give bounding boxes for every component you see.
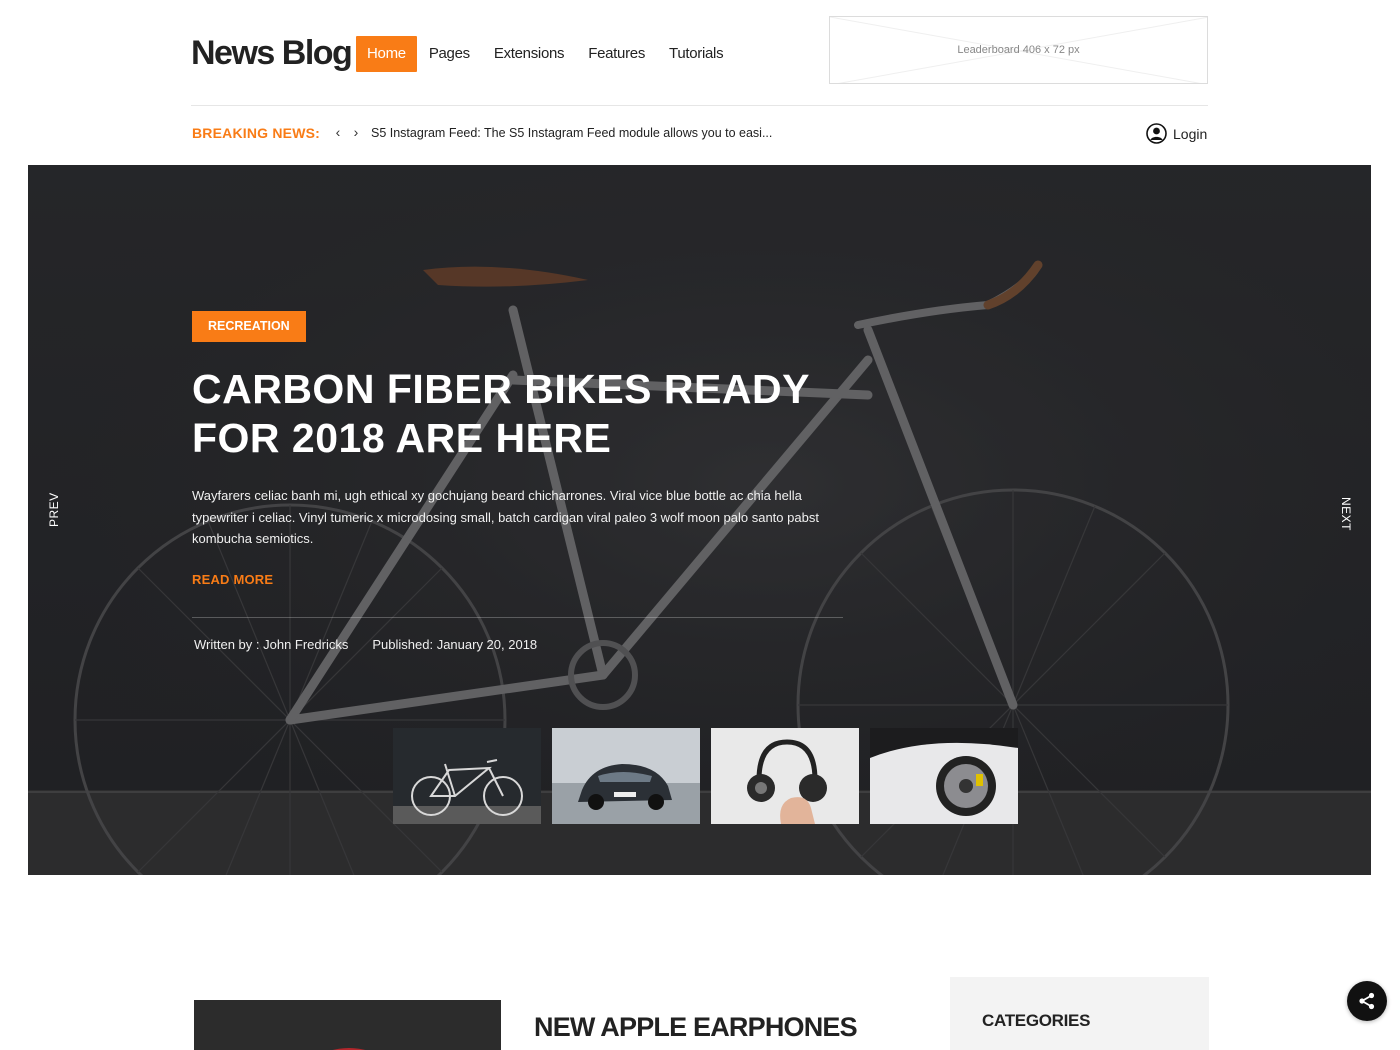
sports-car-thumbnail-image <box>870 728 1018 824</box>
user-icon <box>1146 123 1167 144</box>
breaking-news-label: BREAKING NEWS: <box>192 125 321 141</box>
published-date: Published: January 20, 2018 <box>372 637 538 652</box>
post-image[interactable] <box>194 1000 501 1050</box>
slider-next-button[interactable]: NEXT <box>1339 497 1353 531</box>
earphones-image <box>194 1000 501 1050</box>
category-badge[interactable]: RECREATION <box>192 311 306 342</box>
read-more-link[interactable]: READ MORE <box>192 572 273 587</box>
breaking-news-headline[interactable]: S5 Instagram Feed: The S5 Instagram Feed… <box>371 126 772 140</box>
car-thumbnail-image <box>552 728 700 824</box>
hero-title[interactable]: CARBON FIBER BIKES READY FOR 2018 ARE HE… <box>192 365 812 463</box>
hero-slider: RECREATION CARBON FIBER BIKES READY FOR … <box>28 165 1371 875</box>
login-label: Login <box>1173 125 1208 142</box>
bicycle-thumbnail-image <box>393 728 541 824</box>
categories-sidebar: CATEGORIES <box>950 977 1209 1050</box>
site-logo[interactable]: News Blog <box>191 34 353 73</box>
hero-meta: Written by : John Fredricks Published: J… <box>194 637 537 652</box>
post-title[interactable]: NEW APPLE EARPHONES <box>534 1012 858 1043</box>
nav-item-tutorials[interactable]: Tutorials <box>657 36 735 72</box>
thumbnail-headphones[interactable] <box>711 728 859 824</box>
slider-thumbnails <box>393 728 1018 824</box>
share-button[interactable] <box>1347 981 1387 1021</box>
nav-item-features[interactable]: Features <box>576 36 657 72</box>
nav-item-extensions[interactable]: Extensions <box>482 36 576 72</box>
share-icon <box>1359 992 1375 1010</box>
author-text: Written by : John Fredricks <box>194 637 349 652</box>
thumbnail-car[interactable] <box>552 728 700 824</box>
thumbnail-bicycle[interactable] <box>393 728 541 824</box>
login-button[interactable]: Login <box>1146 123 1207 144</box>
slider-prev-button[interactable]: PREV <box>47 492 61 527</box>
hero-divider <box>192 617 843 618</box>
breaking-news-controls: ‹ › <box>333 124 361 140</box>
chevron-left-icon[interactable]: ‹ <box>333 124 343 140</box>
main-nav: Home Pages Extensions Features Tutorials <box>356 36 735 72</box>
header-divider <box>191 105 1208 106</box>
hero-excerpt: Wayfarers celiac banh mi, ugh ethical xy… <box>192 488 819 546</box>
hero-title-line-1: CARBON FIBER BIKES READY <box>192 366 810 412</box>
sidebar-title: CATEGORIES <box>982 1011 1091 1030</box>
hero-title-line-2: FOR 2018 ARE HERE <box>192 415 612 461</box>
chevron-right-icon[interactable]: › <box>351 124 361 140</box>
thumbnail-sports-car[interactable] <box>870 728 1018 824</box>
nav-item-home[interactable]: Home <box>356 36 417 72</box>
headphones-thumbnail-image <box>711 728 859 824</box>
leaderboard-ad[interactable]: Leaderboard 406 x 72 px <box>829 16 1208 84</box>
nav-item-pages[interactable]: Pages <box>417 36 482 72</box>
leaderboard-label: Leaderboard 406 x 72 px <box>957 44 1080 56</box>
